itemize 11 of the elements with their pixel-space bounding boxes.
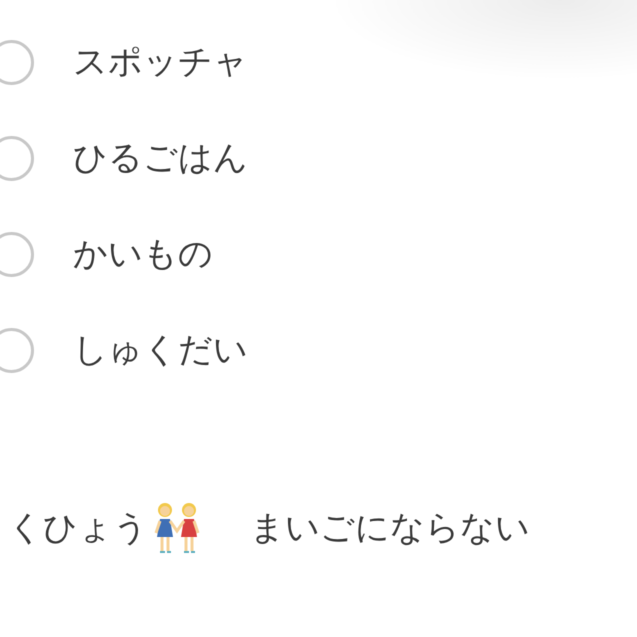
checkbox[interactable]: [0, 328, 34, 372]
two-figures-icon: [152, 501, 202, 555]
note-text: まいごにならない: [250, 511, 530, 545]
task-label: ひるごはん: [73, 141, 248, 175]
checkbox[interactable]: [0, 232, 34, 276]
task-label: スポッチャ: [73, 45, 248, 79]
checkbox[interactable]: [0, 40, 34, 84]
task-label: かいもの: [73, 237, 213, 271]
goal-text: くひょう: [8, 511, 148, 545]
checkbox[interactable]: [0, 136, 34, 180]
task-label: しゅくだい: [73, 333, 248, 367]
